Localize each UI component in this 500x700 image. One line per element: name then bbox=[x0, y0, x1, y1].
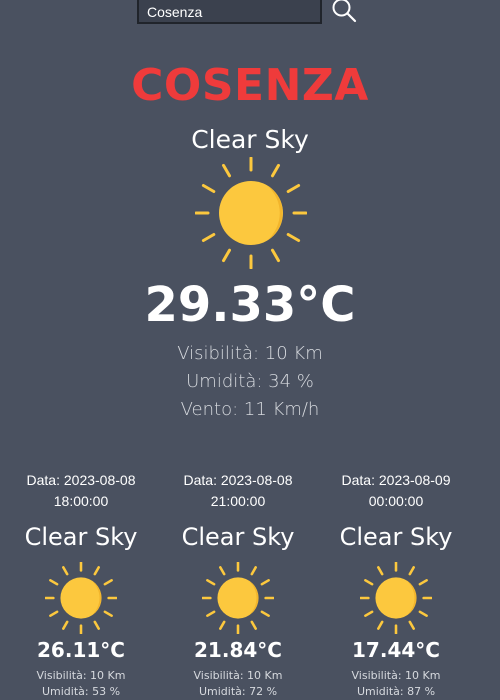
current-visibility: Visibilità: 10 Km bbox=[177, 343, 323, 364]
forecast-visibility: Visibilità: 10 Km bbox=[193, 669, 283, 682]
forecast-date: Data: 2023-08-08 bbox=[26, 472, 136, 488]
current-wind: Vento: 11 Km/h bbox=[180, 399, 320, 420]
sun-icon bbox=[195, 157, 307, 269]
sun-icon bbox=[45, 562, 117, 634]
forecast-time: 18:00:00 bbox=[53, 493, 109, 509]
forecast-condition: Clear Sky bbox=[24, 523, 138, 551]
forecast-temperature: 21.84°C bbox=[194, 638, 282, 662]
current-condition: Clear Sky bbox=[191, 125, 309, 154]
forecast-card: Data: 2023-08-08 21:00:00 Clear Sky 21.8… bbox=[173, 470, 303, 700]
forecast-date: Data: 2023-08-08 bbox=[183, 472, 293, 488]
forecast-condition: Clear Sky bbox=[339, 523, 453, 551]
search-box bbox=[137, 0, 322, 24]
forecast-card: Data: 2023-08-08 18:00:00 Clear Sky 26.1… bbox=[16, 470, 146, 700]
city-title: COSENZA bbox=[131, 60, 369, 111]
forecast-humidity: Umidità: 87 % bbox=[356, 685, 436, 698]
forecast-visibility: Visibilità: 10 Km bbox=[351, 669, 441, 682]
search-input[interactable] bbox=[139, 0, 320, 22]
forecast-humidity: Umidità: 53 % bbox=[41, 685, 121, 698]
current-temperature: 29.33°C bbox=[144, 277, 356, 333]
forecast-date: Data: 2023-08-09 bbox=[341, 472, 451, 488]
search-button[interactable] bbox=[330, 0, 358, 24]
forecast-datetime: Data: 2023-08-09 00:00:00 bbox=[331, 470, 461, 514]
forecast-datetime: Data: 2023-08-08 18:00:00 bbox=[16, 470, 146, 514]
current-humidity: Umidità: 34 % bbox=[186, 371, 314, 392]
search-icon bbox=[332, 0, 357, 23]
forecast-card: Data: 2023-08-09 00:00:00 Clear Sky 17.4… bbox=[331, 470, 461, 700]
forecast-condition: Clear Sky bbox=[181, 523, 295, 551]
forecast-time: 21:00:00 bbox=[210, 493, 266, 509]
forecast-temperature: 26.11°C bbox=[37, 638, 125, 662]
forecast-humidity: Umidità: 72 % bbox=[198, 685, 278, 698]
forecast-time: 00:00:00 bbox=[368, 493, 424, 509]
sun-icon bbox=[202, 562, 274, 634]
forecast-datetime: Data: 2023-08-08 21:00:00 bbox=[173, 470, 303, 514]
sun-icon bbox=[360, 562, 432, 634]
forecast-temperature: 17.44°C bbox=[352, 638, 440, 662]
forecast-visibility: Visibilità: 10 Km bbox=[36, 669, 126, 682]
